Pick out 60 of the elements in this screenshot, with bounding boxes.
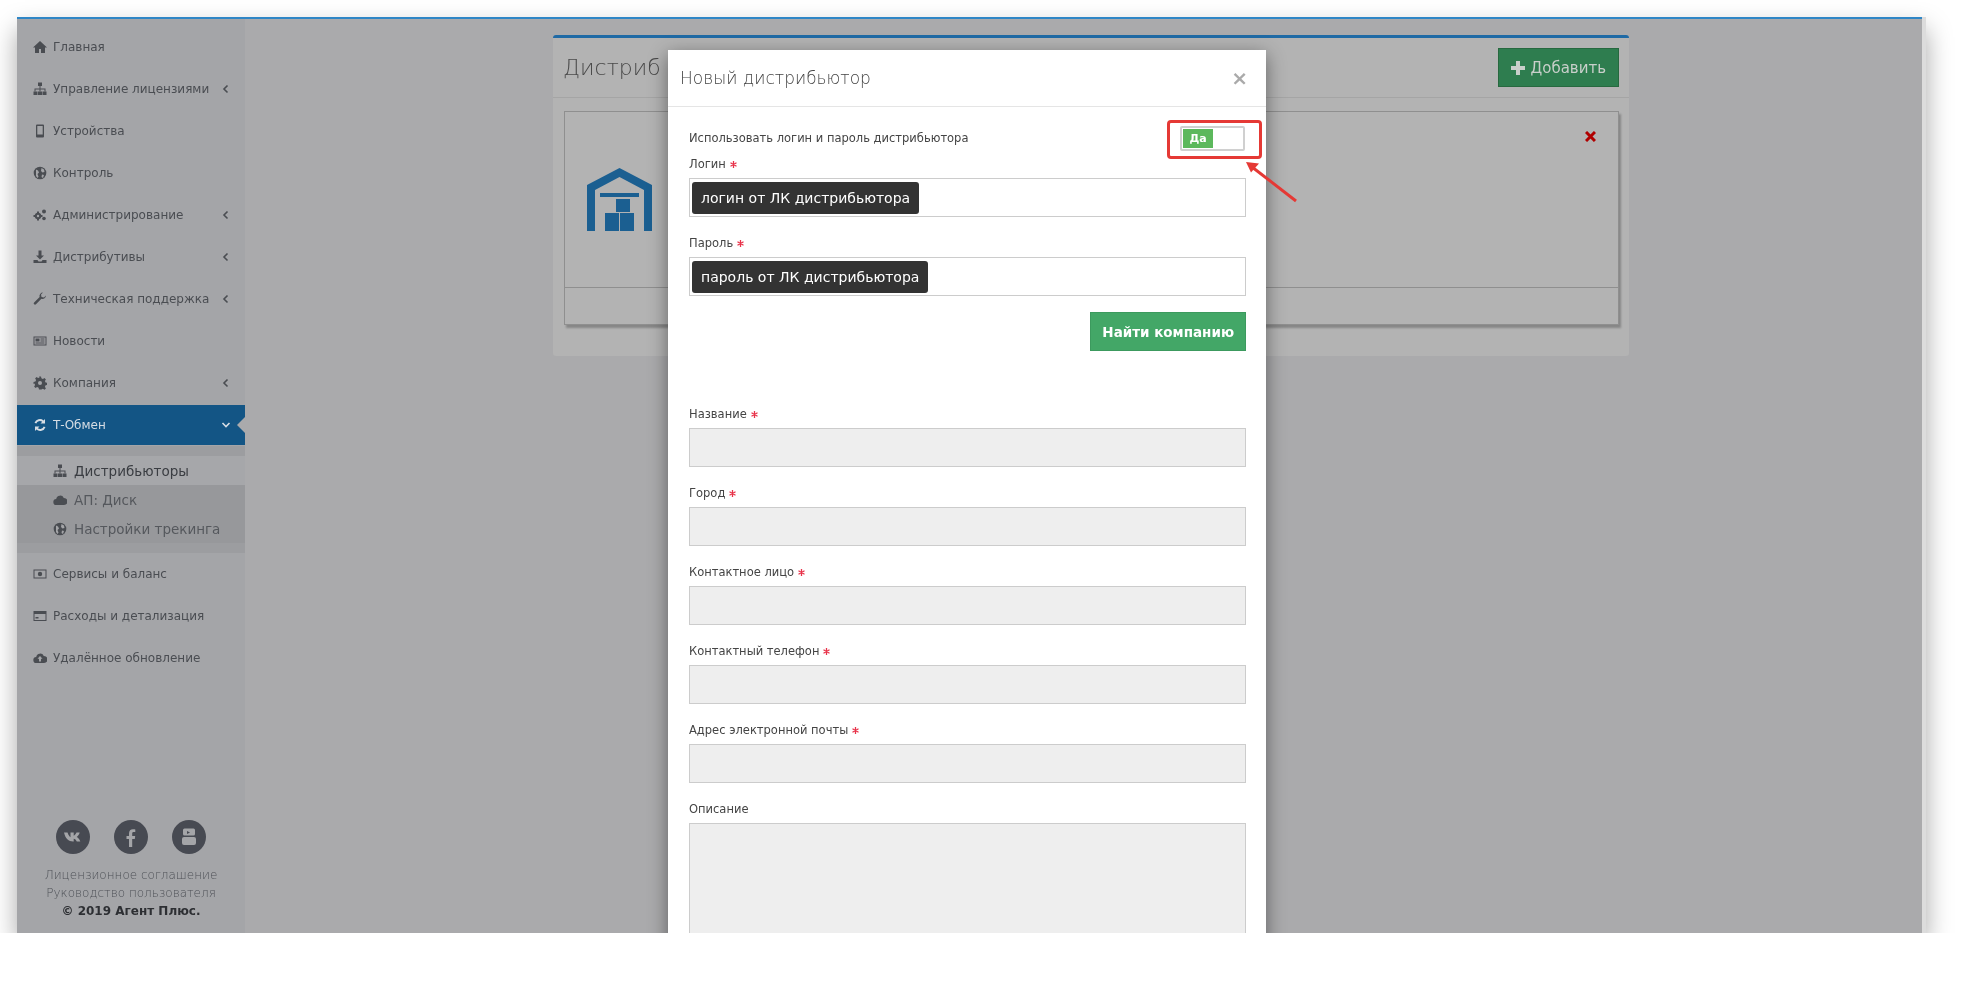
refresh-icon (33, 418, 47, 432)
sidebar-item[interactable]: Сервисы и баланс (17, 553, 245, 595)
newspaper-icon (33, 334, 47, 348)
sidebar-item[interactable]: Дистрибутивы (17, 236, 245, 278)
youtube-icon[interactable] (172, 820, 206, 854)
callout-label: пароль от ЛК дистрибьютора (692, 260, 929, 293)
gear-icon (33, 376, 47, 390)
phone-icon (33, 124, 47, 138)
switch-label: Использовать логин и пароль дистрибьютора (689, 131, 969, 145)
field-label: Пароль (689, 236, 734, 250)
toggle-switch[interactable]: Да (1180, 125, 1245, 151)
field-label: Название (689, 407, 747, 421)
vk-icon[interactable] (56, 820, 90, 854)
sitemap-icon (53, 463, 67, 478)
submenu-item[interactable]: Дистрибьюторы (17, 456, 245, 485)
sitemap-icon (33, 82, 47, 96)
sidebar-item[interactable]: Главная (17, 26, 245, 68)
globe-icon (33, 166, 47, 180)
submenu-item[interactable]: Настройки трекинга (17, 514, 245, 543)
plus-icon (1511, 60, 1526, 75)
field-label: Контактный телефон (689, 644, 820, 658)
copyright-text: © 2019 Агент Плюс. (61, 903, 201, 920)
facebook-icon[interactable] (114, 820, 148, 854)
cross-icon[interactable] (1585, 131, 1596, 142)
sidebar-item[interactable]: Расходы и детализация (17, 595, 245, 637)
field-label: Описание (689, 802, 749, 816)
cloud-upload-icon (33, 651, 47, 665)
add-button[interactable]: Добавить (1498, 48, 1619, 87)
sidebar-item[interactable]: Контроль (17, 152, 245, 194)
gears-icon (33, 208, 47, 222)
field-label: Контактное лицо (689, 565, 795, 579)
download-icon (33, 250, 47, 264)
wrench-icon (33, 292, 47, 306)
sidebar-item[interactable]: Новости (17, 320, 245, 362)
callout-label: логин от ЛК дистрибьютора (692, 181, 920, 214)
field-label: Город (689, 486, 726, 500)
warehouse-icon (587, 168, 652, 231)
globe-icon (53, 521, 67, 536)
sidebar-item[interactable]: Устройства (17, 110, 245, 152)
field-label: Адрес электронной почты (689, 723, 849, 737)
submenu-item[interactable]: АП: Диск (17, 485, 245, 514)
sidebar-item[interactable]: Техническая поддержка (17, 278, 245, 320)
card-icon (33, 609, 47, 623)
home-icon (33, 40, 47, 54)
footer-link[interactable]: Лицензионное соглашение (44, 866, 218, 884)
field-label: Логин (689, 157, 726, 171)
input-field[interactable]: пароль от ЛК дистрибьютора (689, 257, 1246, 296)
page-title: Дистриб (563, 55, 661, 80)
input-field[interactable]: логин от ЛК дистрибьютора (689, 178, 1246, 217)
banknote-icon (33, 567, 47, 581)
dialog-title: Новый дистрибьютор (680, 68, 871, 88)
sidebar-item[interactable]: Удалённое обновление (17, 637, 245, 679)
sidebar-item[interactable]: Т-Обмен (17, 405, 245, 445)
sidebar-item[interactable]: Компания (17, 362, 245, 404)
sidebar-item[interactable]: Администрирование (17, 194, 245, 236)
sidebar-item[interactable]: Управление лицензиями (17, 68, 245, 110)
close-button[interactable]: × (1227, 68, 1252, 88)
find-company-button[interactable]: Найти компанию (1090, 312, 1246, 351)
footer-link[interactable]: Руководство пользователя (46, 884, 216, 902)
annotation-arrow (1246, 162, 1297, 203)
